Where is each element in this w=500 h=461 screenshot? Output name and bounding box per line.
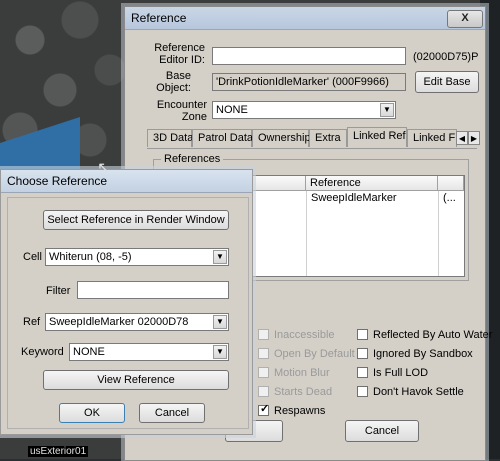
tab-ownership[interactable]: Ownership xyxy=(252,129,311,147)
checkbox-box[interactable] xyxy=(357,348,368,359)
encounter-zone-select[interactable]: NONE ▼ xyxy=(212,101,396,119)
ref-value: SweepIdleMarker 02000D78 xyxy=(49,316,189,328)
ok-button[interactable]: OK xyxy=(59,403,125,423)
references-group-label: References xyxy=(161,153,224,165)
chevron-down-icon[interactable]: ▼ xyxy=(213,345,227,359)
checkbox-motion-blur: Motion Blur xyxy=(258,367,330,380)
checkbox-dont-havok-settle[interactable]: Don't Havok Settle xyxy=(357,386,464,399)
tab-3d-data[interactable]: 3D Data xyxy=(147,129,193,147)
checkbox-box xyxy=(258,329,269,340)
checkbox-reflected-by-auto-water[interactable]: Reflected By Auto Water xyxy=(357,329,492,342)
checkbox-box[interactable] xyxy=(357,329,368,340)
column-header-extra[interactable] xyxy=(438,176,464,191)
tab-linked-ref[interactable]: Linked Ref xyxy=(347,127,407,147)
checkbox-inaccessible: Inaccessible xyxy=(258,329,335,342)
tab-patrol-data[interactable]: Patrol Data xyxy=(192,129,253,147)
checkbox-open-by-default: Open By Default xyxy=(258,348,355,361)
row-reference: SweepIdleMarker xyxy=(311,192,397,204)
checkbox-respawns[interactable]: ✓ Respawns xyxy=(258,403,326,418)
choose-reference-titlebar[interactable]: Choose Reference xyxy=(1,170,252,193)
checkbox-label: Is Full LOD xyxy=(373,367,429,379)
encounter-zone-value: NONE xyxy=(216,104,248,116)
checkbox-label: Open By Default xyxy=(274,348,355,360)
keyword-select[interactable]: NONE ▼ xyxy=(69,343,229,361)
filter-label: Filter xyxy=(46,285,71,297)
cell-value: Whiterun (08, -5) xyxy=(49,251,132,263)
filter-input[interactable] xyxy=(77,281,229,299)
ref-select[interactable]: SweepIdleMarker 02000D78 ▼ xyxy=(45,313,229,331)
status-text: usExterior01 xyxy=(28,446,89,457)
chevron-down-icon[interactable]: ▼ xyxy=(213,250,227,264)
checkbox-label: Ignored By Sandbox xyxy=(373,348,473,360)
choose-reference-dialog: Choose Reference Select Reference in Ren… xyxy=(0,169,253,435)
editor-id-input[interactable] xyxy=(212,47,406,65)
choose-reference-title: Choose Reference xyxy=(7,174,108,188)
view-reference-button[interactable]: View Reference xyxy=(43,370,229,390)
checkbox-ignored-by-sandbox[interactable]: Ignored By Sandbox xyxy=(357,348,473,361)
tab-divider xyxy=(147,148,477,149)
base-object-label: Base Object: xyxy=(156,70,191,94)
checkbox-box[interactable] xyxy=(357,386,368,397)
checkmark-icon: ✓ xyxy=(260,403,270,415)
checkbox-box[interactable]: ✓ xyxy=(258,403,270,416)
checkbox-box[interactable] xyxy=(357,367,368,378)
cell-select[interactable]: Whiterun (08, -5) ▼ xyxy=(45,248,229,266)
base-object-field: 'DrinkPotionIdleMarker' (000F9966) xyxy=(212,73,406,91)
mouse-cursor-icon: ↖ xyxy=(97,160,111,177)
ref-label: Ref xyxy=(23,316,41,328)
edit-base-button[interactable]: Edit Base xyxy=(415,71,479,93)
checkbox-label: Respawns xyxy=(274,405,326,417)
tab-linked-from[interactable]: Linked Fro xyxy=(407,129,457,147)
cancel-button[interactable]: Cancel xyxy=(139,403,205,423)
checkbox-label: Reflected By Auto Water xyxy=(373,329,493,341)
checkbox-box xyxy=(258,348,269,359)
keyword-label: Keyword xyxy=(21,346,64,358)
column-header-reference[interactable]: Reference xyxy=(306,176,438,191)
arrow-left-icon[interactable]: ◀ xyxy=(456,131,468,145)
arrow-right-icon[interactable]: ▶ xyxy=(468,131,480,145)
checkbox-is-full-lod[interactable]: Is Full LOD xyxy=(357,367,428,380)
chevron-down-icon[interactable]: ▼ xyxy=(380,103,394,117)
checkbox-label: Inaccessible xyxy=(274,329,335,341)
tab-extra[interactable]: Extra xyxy=(309,129,347,147)
checkbox-label: Don't Havok Settle xyxy=(373,386,464,398)
checkbox-starts-dead: Starts Dead xyxy=(258,386,332,399)
row-extra: (... xyxy=(443,192,456,204)
reference-window-titlebar[interactable]: Reference xyxy=(125,7,485,30)
close-icon: X xyxy=(461,12,469,24)
editor-id-label: Reference Editor ID: xyxy=(154,42,205,66)
encounter-zone-label: Encounter Zone xyxy=(156,99,207,123)
checkbox-label: Starts Dead xyxy=(274,386,333,398)
close-button[interactable]: X xyxy=(447,10,483,28)
keyword-value: NONE xyxy=(73,346,105,358)
checkbox-box xyxy=(258,386,269,397)
tab-strip: 3D Data Patrol Data Ownership Extra Link… xyxy=(147,127,483,149)
checkbox-box xyxy=(258,367,269,378)
reference-cancel-button[interactable]: Cancel xyxy=(345,420,419,442)
cell-label: Cell xyxy=(23,251,42,263)
form-id-text: (02000D75)P xyxy=(413,51,479,63)
chevron-down-icon[interactable]: ▼ xyxy=(213,315,227,329)
select-in-render-window-button[interactable]: Select Reference in Render Window xyxy=(43,210,229,230)
checkbox-label: Motion Blur xyxy=(274,367,330,379)
reference-window-title: Reference xyxy=(131,11,187,25)
